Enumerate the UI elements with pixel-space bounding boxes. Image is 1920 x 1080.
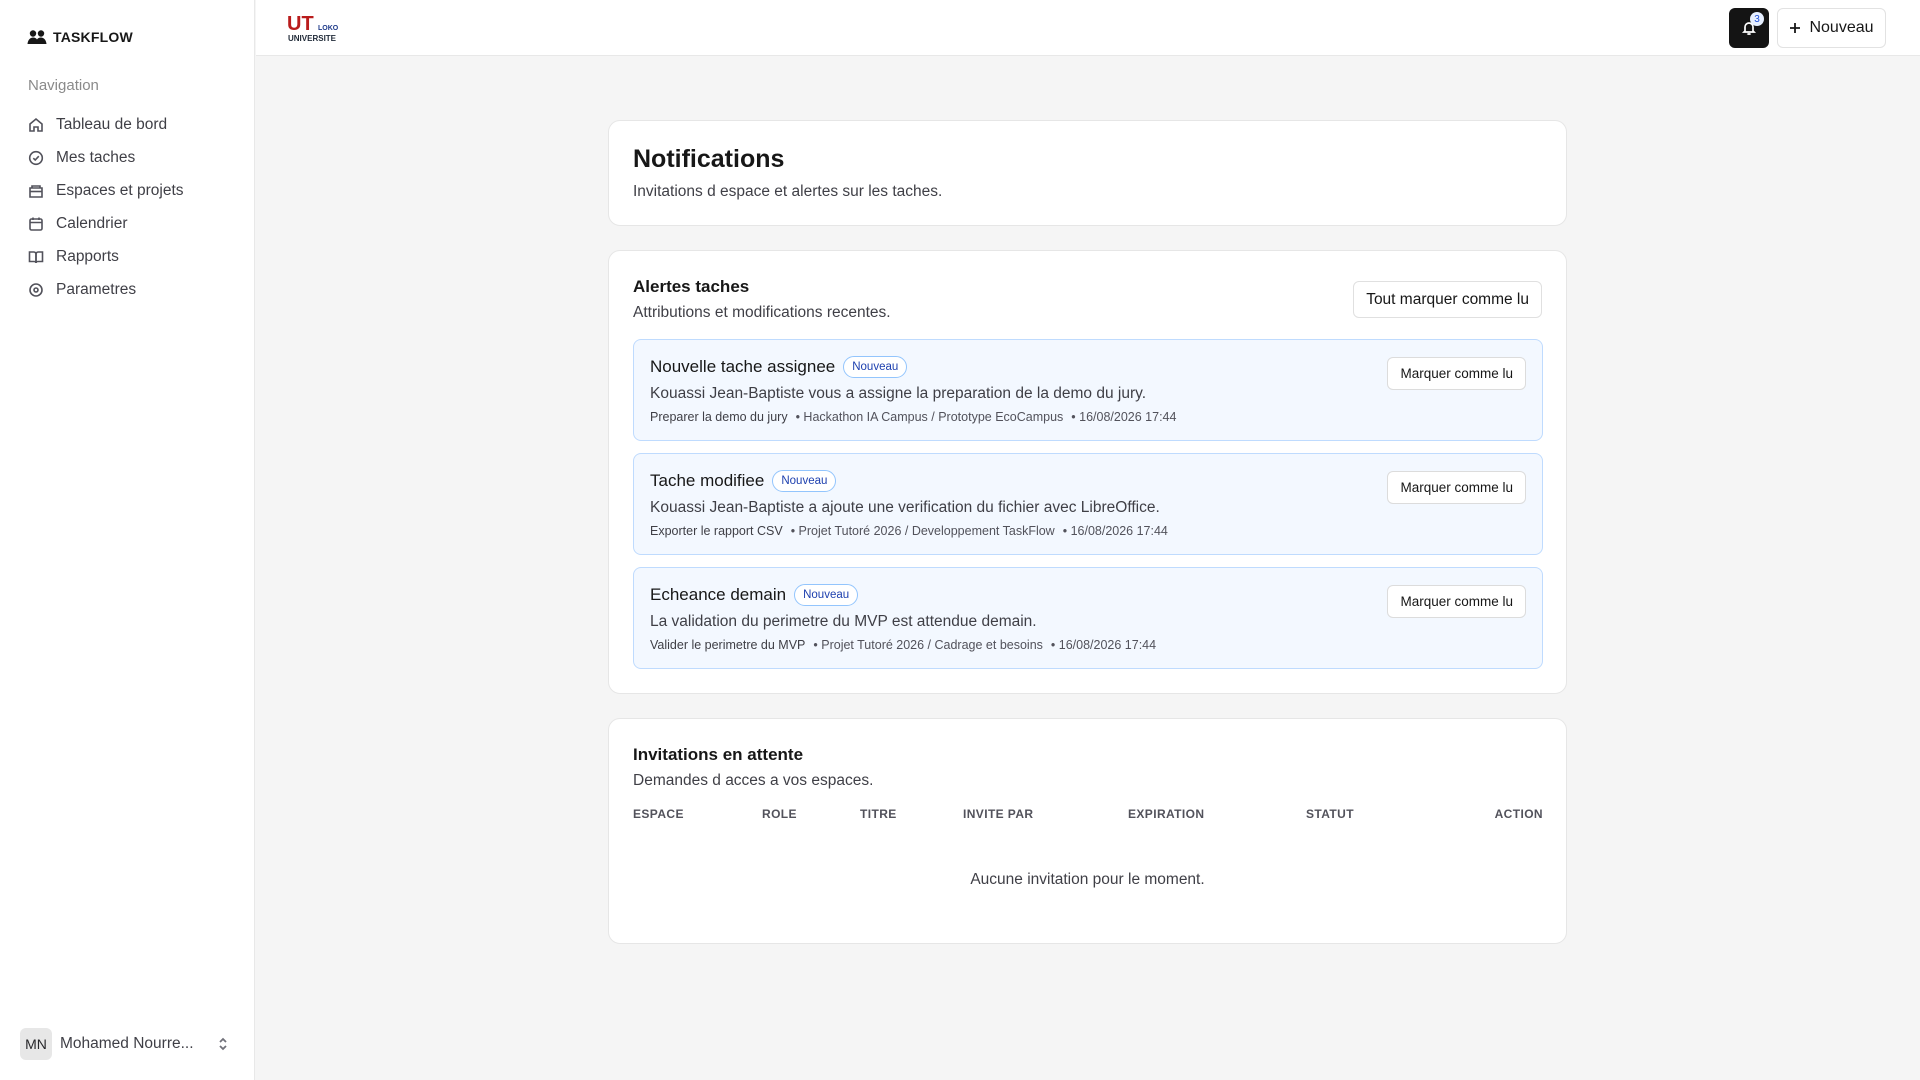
alert-task-link[interactable]: Exporter le rapport CSV [650, 524, 783, 538]
plus-icon [1790, 23, 1801, 33]
new-button-label: Nouveau [1809, 19, 1874, 36]
invitations-table-header: ESPACE ROLE TITRE INVITE PAR EXPIRATION … [633, 807, 1543, 823]
sidebar-item-tasks[interactable]: Mes taches [28, 141, 238, 174]
column-header: ROLE [762, 807, 797, 821]
page-subtitle: Invitations d espace et alertes sur les … [633, 183, 943, 200]
university-logo: UT LOKO UNIVERSITE [287, 13, 339, 43]
svg-text:UT: UT [287, 13, 314, 35]
user-menu[interactable]: MN Mohamed Nourre... [20, 1028, 230, 1060]
alert-task-link[interactable]: Preparer la demo du jury [650, 410, 788, 424]
new-badge: Nouveau [794, 584, 859, 606]
alert-meta: Preparer la demo du jury • Hackathon IA … [650, 410, 1176, 424]
pending-invitations-card: Invitations en attente Demandes d acces … [608, 718, 1567, 944]
sidebar-item-dashboard[interactable]: Tableau de bord [28, 108, 238, 141]
chevron-up-down-icon [219, 1037, 227, 1051]
app-brand[interactable]: TASKFLOW [27, 26, 133, 48]
folder-icon [29, 184, 43, 198]
app-name: TASKFLOW [53, 29, 133, 45]
book-icon [28, 250, 44, 263]
calendar-icon [29, 217, 43, 231]
alert-item: Nouvelle tache assignee Nouveau Kouassi … [633, 339, 1543, 441]
notification-count-badge: 3 [1750, 12, 1764, 26]
alert-project: • Hackathon IA Campus / Prototype EcoCam… [795, 410, 1064, 424]
sidebar-item-settings[interactable]: Parametres [28, 273, 238, 306]
column-header: INVITE PAR [963, 807, 1034, 821]
check-circle-icon [28, 150, 44, 165]
invitations-subtitle: Demandes d acces a vos espaces. [633, 772, 874, 789]
alert-item: Tache modifiee Nouveau Kouassi Jean-Bapt… [633, 453, 1543, 555]
mark-read-button[interactable]: Marquer comme lu [1387, 585, 1526, 618]
column-header: EXPIRATION [1128, 807, 1205, 821]
avatar: MN [20, 1028, 52, 1060]
column-header: TITRE [860, 807, 897, 821]
alert-message: Kouassi Jean-Baptiste a ajoute une verif… [650, 499, 1160, 516]
task-alerts-card: Alertes taches Attributions et modificat… [608, 250, 1567, 694]
nav-heading: Navigation [28, 77, 99, 94]
team-icon [27, 30, 47, 44]
page-title: Notifications [633, 145, 785, 173]
home-icon [29, 117, 43, 132]
alert-date: • 16/08/2026 17:44 [1050, 638, 1157, 652]
alerts-subtitle: Attributions et modifications recentes. [633, 304, 891, 321]
sidebar-item-label: Mes taches [56, 148, 136, 166]
alert-item: Echeance demain Nouveau La validation du… [633, 567, 1543, 669]
sidebar-item-spaces[interactable]: Espaces et projets [28, 174, 238, 207]
sidebar-item-label: Tableau de bord [56, 115, 168, 133]
alert-project: • Projet Tutoré 2026 / Developpement Tas… [790, 524, 1055, 538]
alert-message: Kouassi Jean-Baptiste vous a assigne la … [650, 385, 1147, 402]
settings-icon [29, 282, 43, 297]
sidebar: TASKFLOW Navigation Tableau de bord Mes … [0, 0, 255, 1080]
alert-meta: Valider le perimetre du MVP • Projet Tut… [650, 638, 1156, 652]
alert-meta: Exporter le rapport CSV • Projet Tutoré … [650, 524, 1168, 538]
alert-title: Tache modifiee [650, 471, 765, 490]
column-header: ESPACE [633, 807, 684, 821]
mark-read-button[interactable]: Marquer comme lu [1387, 357, 1526, 390]
alert-list: Nouvelle tache assignee Nouveau Kouassi … [633, 339, 1543, 681]
sidebar-item-reports[interactable]: Rapports [28, 240, 238, 273]
svg-text:LOKO: LOKO [318, 25, 339, 32]
column-header: STATUT [1306, 807, 1354, 821]
sidebar-item-label: Espaces et projets [56, 181, 184, 199]
sidebar-item-label: Rapports [56, 247, 119, 265]
svg-text:UNIVERSITE: UNIVERSITE [288, 34, 337, 43]
empty-state-text: Aucune invitation pour le moment. [970, 871, 1205, 888]
topbar: UT LOKO UNIVERSITE 3 Nouveau [256, 0, 1920, 56]
alert-date: • 16/08/2026 17:44 [1071, 410, 1177, 424]
alert-task-link[interactable]: Valider le perimetre du MVP [650, 638, 805, 652]
alert-message: La validation du perimetre du MVP est at… [650, 613, 1037, 630]
new-badge: Nouveau [843, 356, 908, 378]
new-button[interactable]: Nouveau [1777, 8, 1886, 48]
notifications-header-card: Notifications Invitations d espace et al… [608, 120, 1567, 226]
user-name: Mohamed Nourre... [60, 1035, 194, 1052]
alert-title: Echeance demain [650, 585, 787, 604]
invitations-title: Invitations en attente [633, 745, 804, 764]
notifications-button[interactable]: 3 [1729, 8, 1769, 48]
alert-date: • 16/08/2026 17:44 [1062, 524, 1168, 538]
alert-title: Nouvelle tache assignee [650, 357, 836, 376]
mark-all-read-button[interactable]: Tout marquer comme lu [1353, 281, 1542, 318]
alerts-title: Alertes taches [633, 277, 750, 296]
sidebar-item-label: Calendrier [56, 214, 128, 232]
column-header: ACTION [1494, 807, 1543, 821]
alert-project: • Projet Tutoré 2026 / Cadrage et besoin… [813, 638, 1043, 652]
mark-read-button[interactable]: Marquer comme lu [1387, 471, 1526, 504]
sidebar-item-calendar[interactable]: Calendrier [28, 207, 238, 240]
sidebar-nav: Tableau de bord Mes taches Espaces et pr… [28, 108, 238, 306]
new-badge: Nouveau [772, 470, 837, 492]
sidebar-item-label: Parametres [56, 280, 137, 298]
